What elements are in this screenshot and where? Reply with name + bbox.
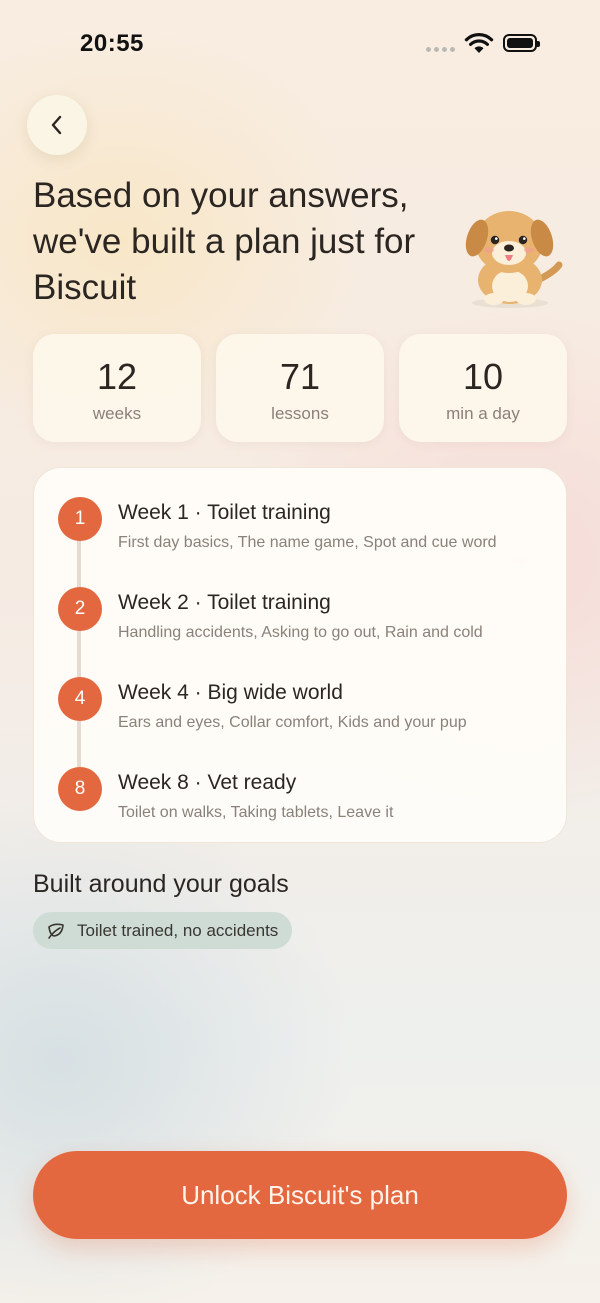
timeline-step: 4 Week 4 · Big wide world Ears and eyes,… [58,677,558,747]
timeline-step: 2 Week 2 · Toilet training Handling acci… [58,587,558,657]
goal-chip-label: Toilet trained, no accidents [77,920,279,940]
stat-label: min a day [446,404,520,423]
dog-illustration [465,211,563,308]
step-lessons: Handling accidents, Asking to go out, Ra… [118,624,483,641]
plan-timeline-card: 1 Week 1 · Toilet training First day bas… [33,467,567,843]
page-title: Based on your answers, we've built a pla… [33,176,416,307]
status-time: 20:55 [80,30,144,57]
signal-dots-icon [426,47,455,52]
stat-value: 71 [279,356,321,397]
battery-icon [503,34,540,52]
leaf-icon [48,923,64,939]
step-number-badge: 2 [58,587,102,631]
step-lessons: First day basics, The name game, Spot an… [118,534,497,551]
wifi-icon [464,33,494,53]
step-title: Week 2 · Toilet training [118,591,331,614]
step-number-badge: 8 [58,767,102,811]
step-title: Week 4 · Big wide world [118,681,343,704]
step-number-badge: 1 [58,497,102,541]
timeline-step: 8 Week 8 · Vet ready Toilet on walks, Ta… [58,767,558,837]
stat-weeks: 12 weeks [33,334,201,442]
plan-stats: 12 weeks 71 lessons 10 min a day [33,334,567,442]
step-title: Week 1 · Toilet training [118,501,331,524]
stat-minutes: 10 min a day [399,334,567,442]
goal-chip: Toilet trained, no accidents [33,912,293,949]
step-title: Week 8 · Vet ready [118,771,297,794]
step-number-badge: 4 [58,677,102,721]
timeline-step: 1 Week 1 · Toilet training First day bas… [58,497,558,567]
stat-value: 12 [96,356,138,397]
stat-label: weeks [92,404,142,423]
goals-heading: Built around your goals [33,870,289,898]
stat-lessons: 71 lessons [216,334,384,442]
step-lessons: Toilet on walks, Taking tablets, Leave i… [118,804,394,821]
back-button[interactable] [27,95,87,155]
unlock-plan-button[interactable]: Unlock Biscuit's plan [33,1151,567,1239]
step-lessons: Ears and eyes, Collar comfort, Kids and … [118,714,467,731]
stat-label: lessons [271,404,329,423]
stat-value: 10 [462,356,504,397]
chevron-left-icon [51,115,62,135]
